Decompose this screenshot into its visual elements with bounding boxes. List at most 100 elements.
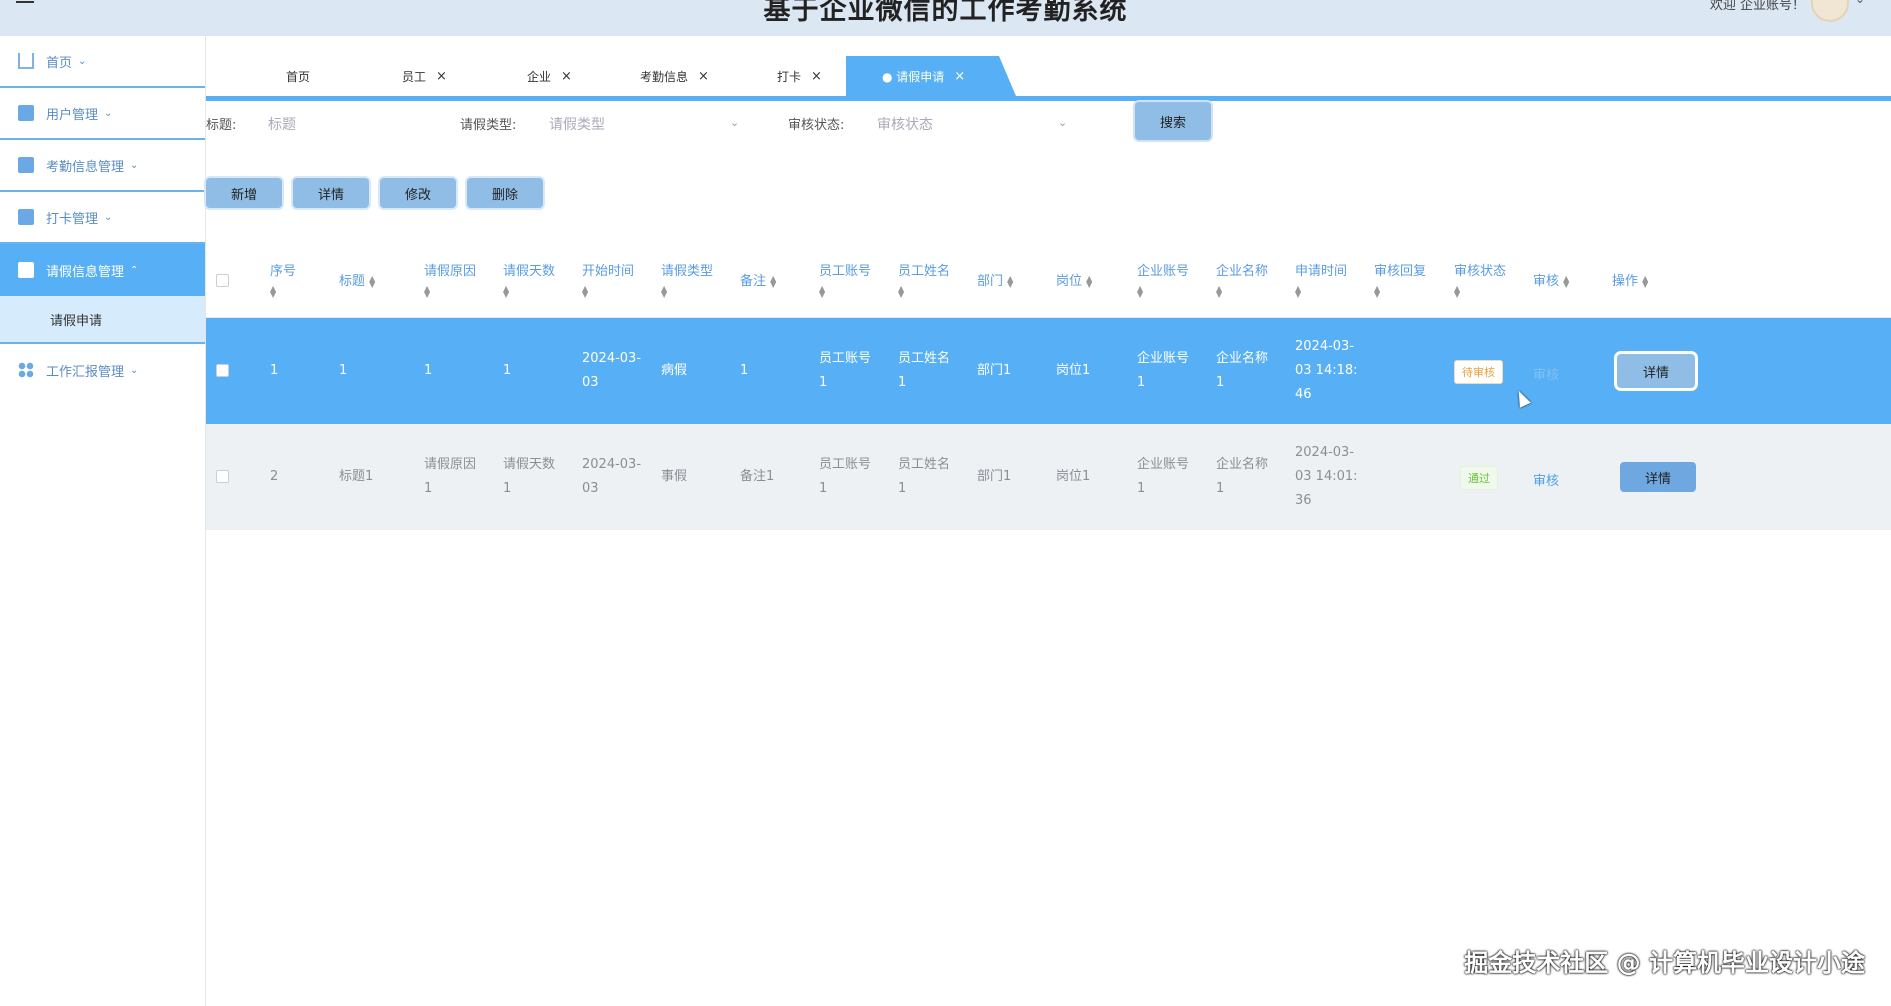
cell-remark: 备注1 bbox=[740, 469, 775, 484]
sidebar-item-leave[interactable]: 请假信息管理 ⌃ bbox=[0, 244, 205, 296]
column-header[interactable]: 请假原因 ▲ ▼ bbox=[424, 262, 476, 302]
close-icon[interactable]: × bbox=[954, 69, 965, 84]
sort-icon: ▲ ▼ bbox=[1216, 283, 1223, 299]
sidebar-item-attendance[interactable]: 考勤信息管理 ⌄ bbox=[0, 140, 205, 192]
tab-bar: 首页 员工 × 企业 × 考勤信息 × 打卡 × ● 请假申请 × bbox=[206, 56, 1891, 100]
review-link[interactable]: 审核 bbox=[1533, 470, 1559, 489]
column-header[interactable]: 岗位 ▲ ▼ bbox=[1056, 272, 1092, 292]
sort-icon: ▲ ▼ bbox=[1454, 283, 1461, 299]
close-icon[interactable]: × bbox=[811, 69, 822, 84]
cell-emp-acc-b: 1 bbox=[819, 375, 828, 390]
column-header[interactable]: 企业名称 ▲ ▼ bbox=[1216, 262, 1268, 302]
column-header[interactable]: 员工账号 ▲ ▼ bbox=[819, 262, 871, 302]
review-link[interactable]: 审核 bbox=[1533, 364, 1559, 383]
edit-button[interactable]: 修改 bbox=[380, 178, 456, 208]
sort-icon: ▲ ▼ bbox=[1642, 273, 1649, 289]
tab-label: ● 请假申请 bbox=[882, 69, 945, 84]
column-header[interactable]: 请假天数 ▲ ▼ bbox=[503, 262, 555, 302]
sidebar-item-users[interactable]: 用户管理 ⌄ bbox=[0, 88, 205, 140]
sidebar-item-report[interactable]: 工作汇报管理 ⌄ bbox=[0, 344, 205, 396]
column-header[interactable]: 请假类型 ▲ ▼ bbox=[661, 262, 713, 302]
cell-reason-b: 1 bbox=[424, 481, 433, 496]
column-header[interactable]: 企业账号 ▲ ▼ bbox=[1137, 262, 1189, 302]
leave-table: 序号 ▲ ▼ 标题 ▲ ▼ 请假原因 ▲ ▼ 请假天数 ▲ ▼ 开始时间 ▲ ▼ 请假类型 ▲ ▼ 备… bbox=[206, 246, 1891, 530]
title-filter-input[interactable]: 标题 bbox=[268, 108, 418, 138]
tab-home[interactable]: 首页 bbox=[286, 56, 310, 96]
column-header[interactable]: 审核 ▲ ▼ bbox=[1533, 272, 1569, 292]
select-all-checkbox[interactable] bbox=[216, 274, 229, 287]
welcome-text: 欢迎 企业账号！ bbox=[1709, 0, 1805, 13]
sidebar-item-label: 工作汇报管理 bbox=[46, 364, 125, 380]
cell-post: 岗位1 bbox=[1056, 469, 1091, 484]
column-header[interactable]: 审核状态 ▲ ▼ bbox=[1454, 262, 1506, 302]
sort-icon: ▲ ▼ bbox=[770, 273, 777, 289]
tab-clock-in[interactable]: 打卡 × bbox=[777, 56, 822, 96]
sort-icon: ▲ ▼ bbox=[270, 283, 277, 299]
cell-reason-a: 请假原因 bbox=[424, 457, 477, 472]
sort-icon: ▲ ▼ bbox=[1137, 283, 1144, 299]
cell-ent-acc-a: 企业账号 bbox=[1137, 457, 1190, 472]
column-header[interactable]: 审核回复 ▲ ▼ bbox=[1374, 262, 1426, 302]
sidebar-item-home[interactable]: 首页 ⌄ bbox=[0, 36, 205, 88]
cell-start-a: 2024-03- bbox=[582, 457, 642, 472]
cell-apply-a: 2024-03- bbox=[1295, 445, 1355, 460]
report-icon bbox=[18, 362, 34, 378]
table-row[interactable]: 2 标题1 请假原因 1 请假天数 1 2024-03- 03 事假 备注1 员… bbox=[206, 424, 1891, 530]
cell-apply-b: 03 14:01: bbox=[1295, 469, 1358, 484]
close-icon[interactable]: × bbox=[561, 69, 572, 84]
cell-ent-acc-a: 企业账号 bbox=[1137, 351, 1190, 366]
cell-apply-c: 36 bbox=[1295, 493, 1312, 508]
sidebar-item-label: 用户管理 bbox=[46, 107, 99, 123]
column-header[interactable]: 开始时间 ▲ ▼ bbox=[582, 262, 634, 302]
row-detail-button[interactable]: 详情 bbox=[1620, 462, 1696, 492]
delete-button[interactable]: 删除 bbox=[467, 178, 543, 208]
column-header[interactable]: 申请时间 ▲ ▼ bbox=[1295, 262, 1347, 302]
add-button[interactable]: 新增 bbox=[206, 178, 282, 208]
column-header[interactable]: 备注 ▲ ▼ bbox=[740, 272, 776, 292]
sort-icon: ▲ ▼ bbox=[424, 283, 431, 299]
chevron-down-icon[interactable]: ⌄ bbox=[1855, 0, 1865, 6]
table-row[interactable]: 1 1 1 1 2024-03- 03 病假 1 员工账号 1 员工姓名 1 部… bbox=[206, 318, 1891, 424]
row-detail-button[interactable]: 详情 bbox=[1617, 354, 1695, 388]
row-checkbox[interactable] bbox=[216, 470, 229, 483]
cell-days-b: 1 bbox=[503, 481, 512, 496]
cell-start-a: 2024-03- bbox=[582, 351, 642, 366]
column-header[interactable]: 员工姓名 ▲ ▼ bbox=[898, 262, 950, 302]
cell-ent-name-a: 企业名称 bbox=[1216, 457, 1269, 472]
status-filter-label: 审核状态: bbox=[788, 118, 845, 133]
sidebar-subitem-leave-request[interactable]: 请假申请 bbox=[0, 296, 205, 344]
close-icon[interactable]: × bbox=[436, 69, 447, 84]
column-header[interactable]: 部门 ▲ ▼ bbox=[977, 272, 1013, 292]
cell-emp-acc-a: 员工账号 bbox=[819, 351, 872, 366]
search-button[interactable]: 搜索 bbox=[1135, 102, 1211, 140]
sort-icon: ▲ ▼ bbox=[369, 273, 376, 289]
tab-attendance-info[interactable]: 考勤信息 × bbox=[640, 56, 709, 96]
close-icon[interactable]: × bbox=[698, 69, 709, 84]
tab-enterprise[interactable]: 企业 × bbox=[527, 56, 572, 96]
cell-dept: 部门1 bbox=[977, 469, 1012, 484]
sidebar-item-clock-in[interactable]: 打卡管理 ⌄ bbox=[0, 192, 205, 244]
type-filter-label: 请假类型: bbox=[460, 118, 517, 133]
chevron-down-icon: ⌄ bbox=[1058, 116, 1068, 129]
column-header[interactable]: 操作 ▲ ▼ bbox=[1612, 272, 1648, 292]
sort-icon: ▲ ▼ bbox=[1007, 273, 1014, 289]
sort-icon: ▲ ▼ bbox=[1374, 283, 1381, 299]
tab-leave-request[interactable]: ● 请假申请 × bbox=[846, 56, 1016, 96]
type-filter-select[interactable]: 请假类型 bbox=[549, 108, 749, 138]
filter-bar: 标题: 标题 请假类型: 请假类型 ⌄ 审核状态: 审核状态 ⌄ bbox=[206, 104, 1891, 142]
sidebar-item-label: 请假信息管理 bbox=[46, 264, 125, 280]
status-badge: 待审核 bbox=[1454, 360, 1503, 384]
status-filter-select[interactable]: 审核状态 bbox=[877, 108, 1077, 138]
tab-label: 企业 bbox=[527, 69, 552, 84]
cell-apply-a: 2024-03- bbox=[1295, 339, 1355, 354]
tab-label: 员工 bbox=[402, 69, 427, 84]
detail-button[interactable]: 详情 bbox=[293, 178, 369, 208]
column-header[interactable]: 标题 ▲ ▼ bbox=[339, 272, 375, 292]
tab-employee[interactable]: 员工 × bbox=[402, 56, 447, 96]
cell-emp-acc-a: 员工账号 bbox=[819, 457, 872, 472]
column-header[interactable]: 序号 ▲ ▼ bbox=[270, 262, 296, 302]
cell-remark: 1 bbox=[740, 363, 749, 378]
sort-icon: ▲ ▼ bbox=[1295, 283, 1302, 299]
row-checkbox[interactable] bbox=[216, 364, 229, 377]
cell-ent-acc-b: 1 bbox=[1137, 375, 1146, 390]
